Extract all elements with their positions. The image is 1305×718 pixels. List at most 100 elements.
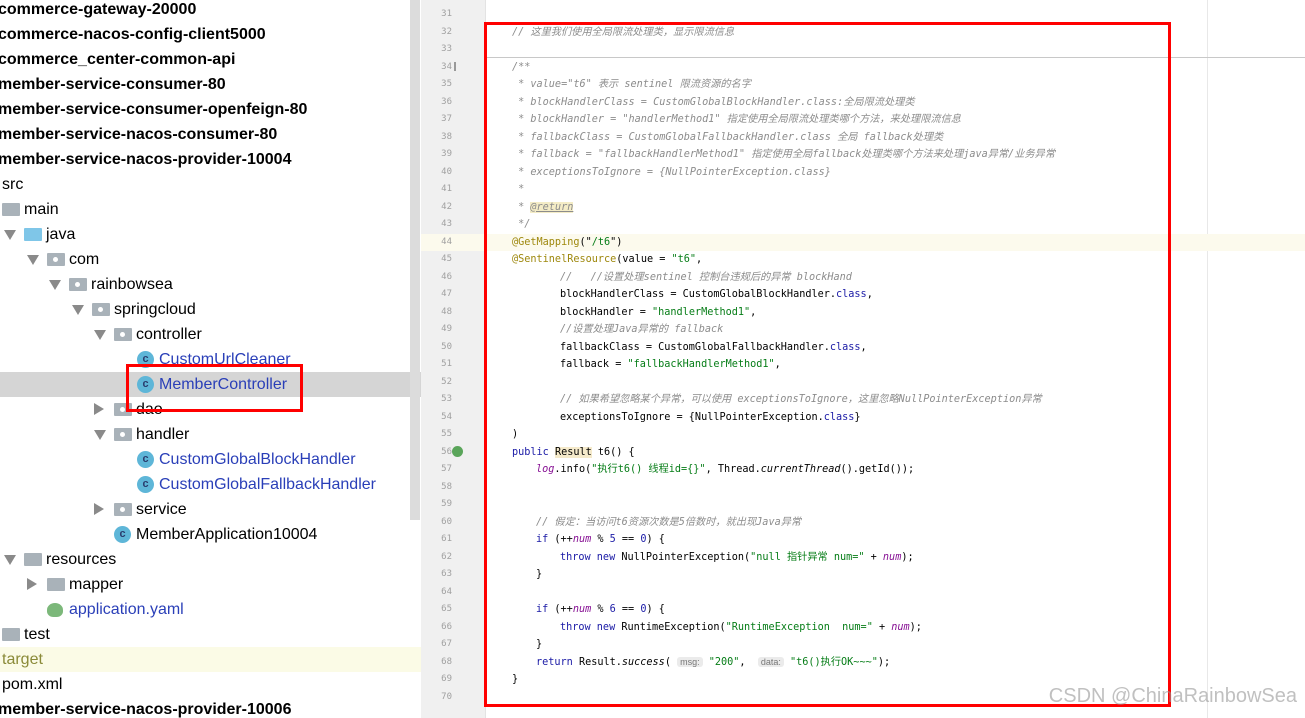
folder-icon bbox=[24, 553, 42, 566]
line-number: 47 bbox=[441, 289, 452, 299]
expand-arrow-icon[interactable] bbox=[49, 280, 61, 290]
line-number: 58 bbox=[441, 481, 452, 492]
tree-item[interactable]: controller bbox=[0, 322, 421, 347]
folder-icon bbox=[2, 203, 20, 216]
tree-item-label: main bbox=[24, 200, 59, 218]
tree-item[interactable]: member-service-nacos-provider-10006 bbox=[0, 697, 421, 718]
tree-item[interactable]: main bbox=[0, 197, 421, 222]
tree-item[interactable]: test bbox=[0, 622, 421, 647]
line-number: 59 bbox=[441, 499, 452, 509]
line-number: 51 bbox=[441, 359, 452, 369]
collapse-arrow-icon[interactable] bbox=[94, 403, 104, 415]
tree-item[interactable]: mapper bbox=[0, 572, 421, 597]
expand-arrow-icon[interactable] bbox=[4, 555, 16, 565]
watermark: CSDN @ChinaRainbowSea bbox=[1048, 685, 1297, 707]
tree-item[interactable]: service bbox=[0, 497, 421, 522]
line-number: 33 bbox=[441, 44, 452, 54]
tree-item[interactable]: handler bbox=[0, 422, 421, 447]
tree-item[interactable]: commerce-nacos-config-client5000 bbox=[0, 22, 421, 47]
line-number: 55 bbox=[441, 429, 452, 439]
package-icon bbox=[47, 253, 65, 266]
line-number: 43 bbox=[441, 219, 452, 229]
expand-arrow-icon[interactable] bbox=[27, 255, 39, 265]
tree-item-label: CustomGlobalFallbackHandler bbox=[159, 475, 376, 493]
line-number: 69 bbox=[441, 674, 452, 684]
line-number: 70 bbox=[441, 691, 452, 702]
line-number: 67 bbox=[441, 639, 452, 649]
annotation-box-code bbox=[484, 22, 1171, 707]
tree-item-label: member-service-nacos-provider-10004 bbox=[0, 150, 292, 168]
line-number: 36 bbox=[441, 96, 452, 107]
tree-item-label: handler bbox=[136, 425, 190, 443]
tree-item-label: member-service-consumer-openfeign-80 bbox=[0, 100, 308, 118]
tree-item-label: resources bbox=[46, 550, 117, 568]
spring-endpoint-icon[interactable] bbox=[452, 446, 463, 457]
class-icon: c bbox=[114, 526, 131, 543]
tree-item[interactable]: member-service-nacos-provider-10004 bbox=[0, 147, 421, 172]
tree-item-label: com bbox=[69, 250, 100, 268]
line-number: 62 bbox=[441, 551, 452, 562]
tree-item-label: member-service-nacos-provider-10006 bbox=[0, 700, 292, 718]
tree-item-label: pom.xml bbox=[2, 675, 63, 693]
tree-item[interactable]: commerce_center-common-api bbox=[0, 47, 421, 72]
tree-item[interactable]: commerce-gateway-20000 bbox=[0, 0, 421, 22]
tree-item[interactable]: c MemberApplication10004 bbox=[0, 522, 421, 547]
tree-item[interactable]: com bbox=[0, 247, 421, 272]
tree-item[interactable]: src bbox=[0, 172, 421, 197]
expand-arrow-icon[interactable] bbox=[94, 430, 106, 440]
right-margin-guide bbox=[1207, 0, 1208, 718]
tree-item-label: commerce-gateway-20000 bbox=[0, 0, 197, 18]
line-number: 53 bbox=[441, 394, 452, 404]
tree-item[interactable]: c CustomGlobalFallbackHandler bbox=[0, 472, 421, 497]
tree-item-label: mapper bbox=[69, 575, 124, 593]
tree-item[interactable]: java bbox=[0, 222, 421, 247]
tree-item[interactable]: resources bbox=[0, 547, 421, 572]
line-number: 34 bbox=[441, 61, 452, 72]
tree-item[interactable]: pom.xml bbox=[0, 672, 421, 697]
class-icon: c bbox=[137, 451, 154, 468]
line-number: 63 bbox=[441, 569, 452, 579]
folder-icon bbox=[47, 578, 65, 591]
collapse-arrow-icon[interactable] bbox=[27, 578, 37, 590]
expand-arrow-icon[interactable] bbox=[94, 330, 106, 340]
tree-item[interactable]: member-service-consumer-openfeign-80 bbox=[0, 97, 421, 122]
package-icon bbox=[114, 428, 132, 441]
tree-item[interactable]: c CustomGlobalBlockHandler bbox=[0, 447, 421, 472]
line-number: 60 bbox=[441, 516, 452, 527]
package-icon bbox=[114, 328, 132, 341]
line-number: 46 bbox=[441, 271, 452, 282]
tree-item-label: src bbox=[2, 175, 24, 193]
line-number: 48 bbox=[441, 306, 452, 317]
tree-item-label: CustomGlobalBlockHandler bbox=[159, 450, 356, 468]
javadoc-render-icon[interactable] bbox=[454, 62, 463, 71]
project-tree-scrollbar[interactable] bbox=[410, 0, 420, 520]
tree-item-label: member-service-consumer-80 bbox=[0, 75, 226, 93]
folder-icon bbox=[2, 628, 20, 641]
line-number: 68 bbox=[441, 656, 452, 667]
expand-arrow-icon[interactable] bbox=[4, 230, 16, 240]
line-number: 61 bbox=[441, 534, 452, 544]
tree-item[interactable]: target bbox=[0, 647, 421, 672]
line-number: 57 bbox=[441, 464, 452, 474]
tree-item-label: member-service-nacos-consumer-80 bbox=[0, 125, 278, 143]
tree-item-label: service bbox=[136, 500, 187, 518]
folder-icon bbox=[24, 228, 42, 241]
expand-arrow-icon[interactable] bbox=[72, 305, 84, 315]
tree-item[interactable]: member-service-consumer-80 bbox=[0, 72, 421, 97]
class-icon: c bbox=[137, 476, 154, 493]
line-number: 35 bbox=[441, 79, 452, 89]
line-number: 66 bbox=[441, 621, 452, 632]
line-number: 49 bbox=[441, 324, 452, 334]
tree-item[interactable]: rainbowsea bbox=[0, 272, 421, 297]
tree-item-label: rainbowsea bbox=[91, 275, 173, 293]
tree-item[interactable]: application.yaml bbox=[0, 597, 421, 622]
tree-item[interactable]: springcloud bbox=[0, 297, 421, 322]
package-icon bbox=[92, 303, 110, 316]
tree-item-label: commerce-nacos-config-client5000 bbox=[0, 25, 266, 43]
project-tree: commerce-gateway-20000 commerce-nacos-con… bbox=[0, 0, 421, 718]
tree-item[interactable]: member-service-nacos-consumer-80 bbox=[0, 122, 421, 147]
line-number: 44 bbox=[441, 236, 452, 247]
package-icon bbox=[114, 503, 132, 516]
collapse-arrow-icon[interactable] bbox=[94, 503, 104, 515]
tree-item-label: target bbox=[2, 650, 43, 668]
